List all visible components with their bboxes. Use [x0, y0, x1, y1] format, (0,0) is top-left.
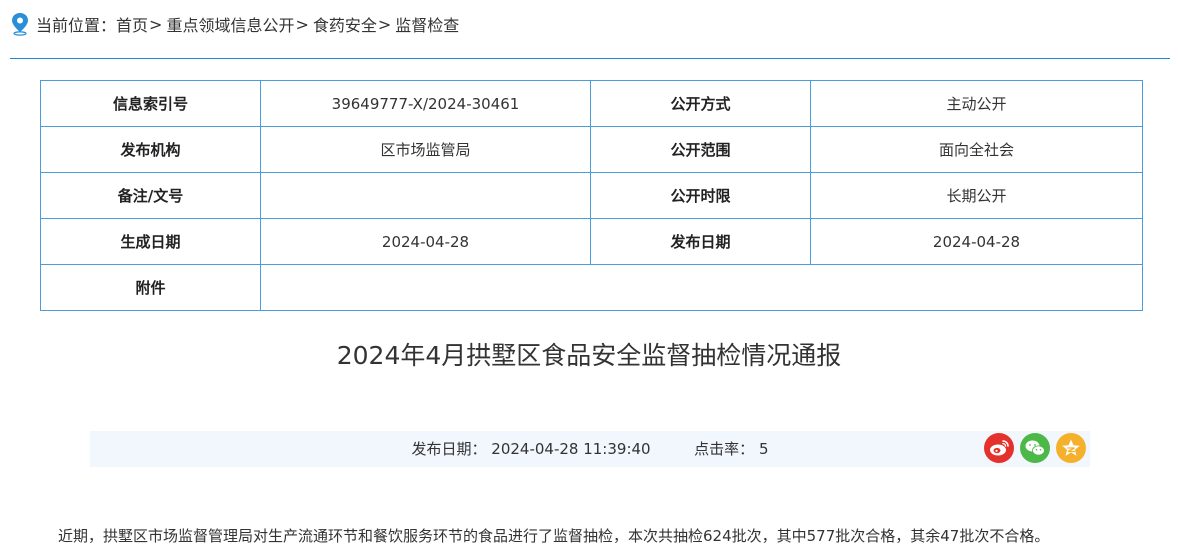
published-date-label: 发布日期: [590, 218, 811, 265]
article-info-text: 发布日期： 2024-04-28 11:39:40 点击率： 5: [90, 431, 1090, 467]
weibo-icon: [990, 440, 1009, 456]
share-qzone-button[interactable]: [1056, 433, 1086, 463]
index-number-label: 信息索引号: [40, 80, 261, 127]
disclosure-period-value: 长期公开: [810, 172, 1143, 219]
qzone-icon: [1062, 439, 1080, 456]
publisher-label: 发布机构: [40, 126, 261, 173]
table-row: 信息索引号 39649777-X/2024-30461 公开方式 主动公开: [40, 80, 1143, 127]
wechat-icon: [1025, 440, 1045, 456]
created-date-value: 2024-04-28: [260, 218, 591, 265]
header-divider: [10, 58, 1170, 59]
publish-date-label: 发布日期：: [411, 440, 487, 458]
article-title: 2024年4月拱墅区食品安全监督抽检情况通报: [336, 341, 842, 370]
published-date-value: 2024-04-28: [810, 218, 1143, 265]
created-date-label: 生成日期: [40, 218, 261, 265]
table-row: 附件: [40, 264, 1143, 311]
table-row: 发布机构 区市场监管局 公开范围 面向全社会: [40, 126, 1143, 173]
breadcrumb: 当前位置： 首页 > 重点领域信息公开 > 食药安全 > 监督检查: [10, 10, 459, 38]
disclosure-scope-label: 公开范围: [590, 126, 811, 173]
disclosure-scope-value: 面向全社会: [810, 126, 1143, 173]
attachment-value: [260, 264, 1143, 311]
location-pin-icon: [12, 13, 28, 36]
table-row: 生成日期 2024-04-28 发布日期 2024-04-28: [40, 218, 1143, 265]
document-number-label: 备注/文号: [40, 172, 261, 219]
share-wechat-button[interactable]: [1020, 433, 1050, 463]
table-row: 备注/文号 公开时限 长期公开: [40, 172, 1143, 219]
click-count-label: 点击率：: [694, 440, 755, 458]
click-count-value: 5: [758, 440, 769, 458]
breadcrumb-home-link[interactable]: 首页: [116, 12, 148, 36]
breadcrumb-supervision-link[interactable]: 监督检查: [395, 12, 459, 36]
publisher-value: 区市场监管局: [260, 126, 591, 173]
breadcrumb-prefix: 当前位置：: [36, 16, 117, 35]
breadcrumb-separator: >: [377, 14, 392, 34]
breadcrumb-separator: >: [295, 14, 309, 34]
breadcrumb-key-areas-link[interactable]: 重点领域信息公开: [166, 12, 294, 36]
share-buttons: [984, 433, 1086, 463]
article-info-bar: 发布日期： 2024-04-28 11:39:40 点击率： 5: [90, 431, 1090, 467]
disclosure-period-label: 公开时限: [590, 172, 811, 219]
breadcrumb-separator: >: [149, 14, 163, 34]
share-weibo-button[interactable]: [984, 433, 1014, 463]
article-body-first-line: 近期，拱墅区市场监督管理局对生产流通环节和餐饮服务环节的食品进行了监督抽检，本次…: [58, 527, 1050, 545]
disclosure-method-value: 主动公开: [810, 80, 1143, 127]
attachment-label: 附件: [40, 264, 261, 311]
metadata-table: 信息索引号 39649777-X/2024-30461 公开方式 主动公开 发布…: [40, 80, 1143, 311]
document-number-value: [260, 172, 591, 219]
breadcrumb-food-drug-link[interactable]: 食药安全: [313, 12, 377, 36]
index-number-value: 39649777-X/2024-30461: [260, 80, 591, 127]
disclosure-method-label: 公开方式: [590, 80, 811, 127]
publish-date-value: 2024-04-28 11:39:40: [491, 440, 651, 458]
